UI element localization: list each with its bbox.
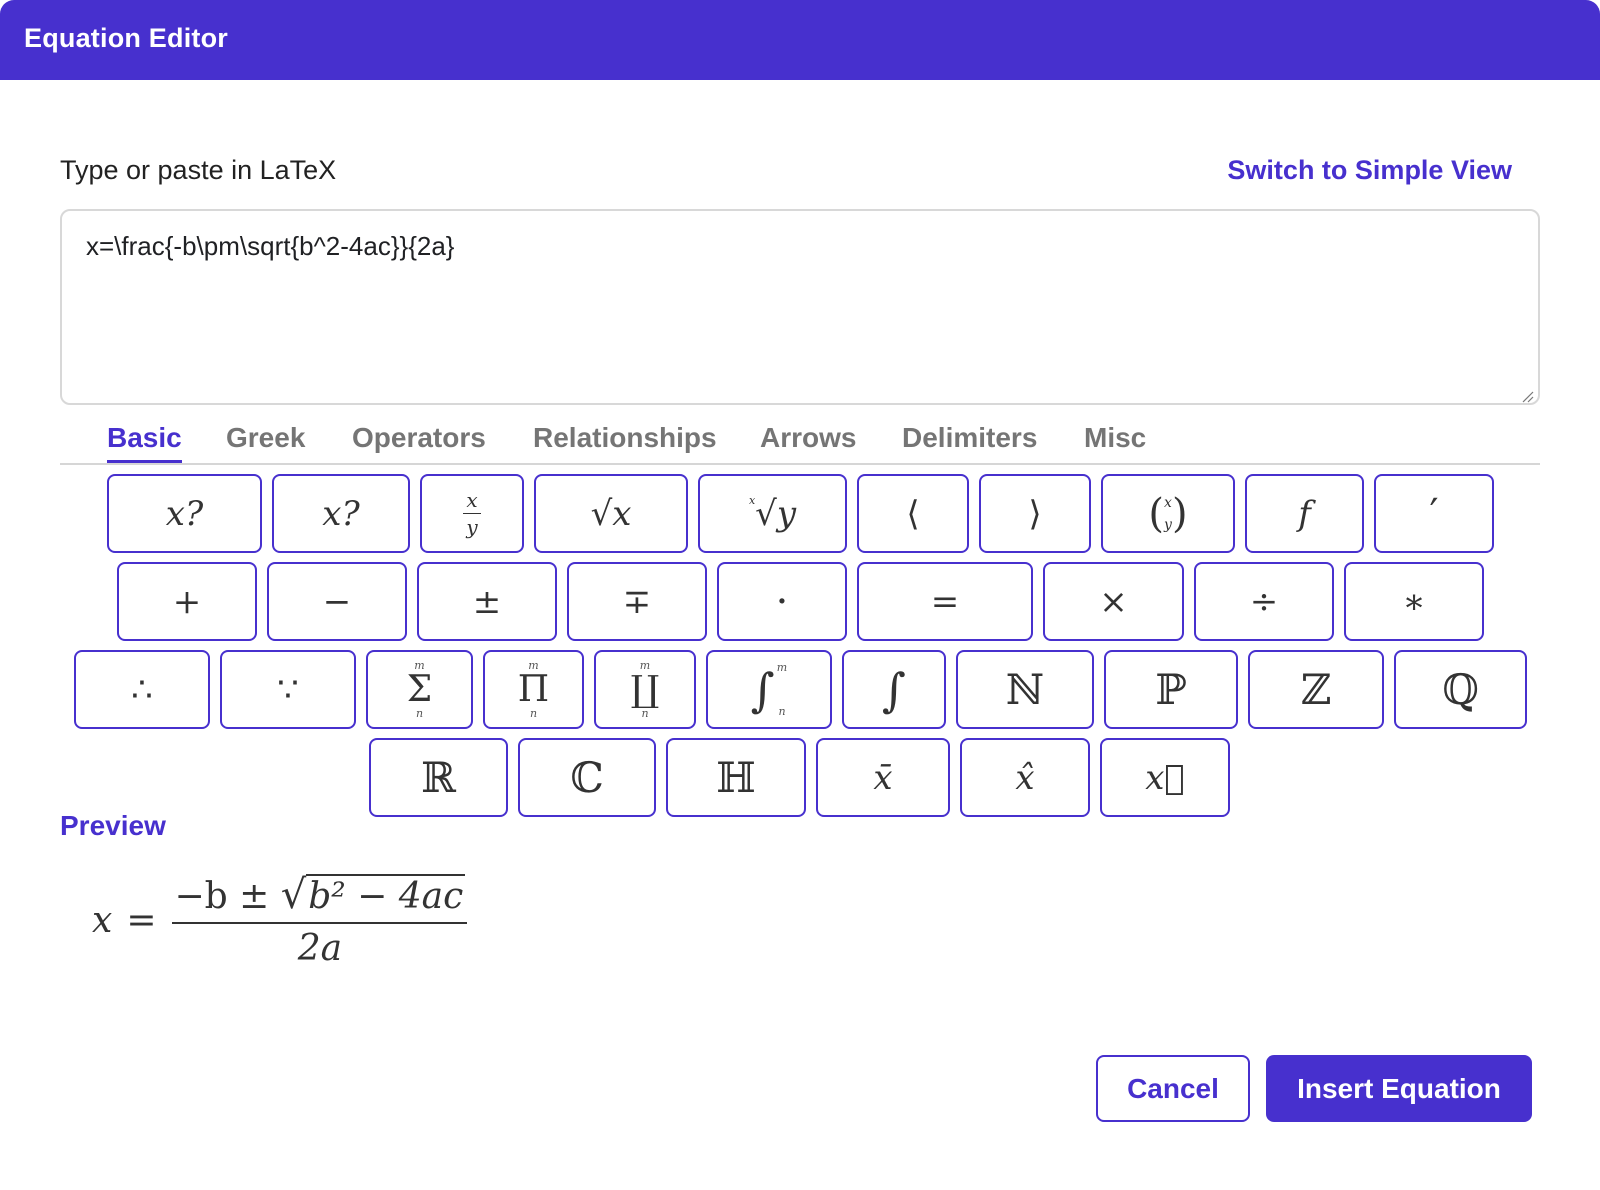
equation-preview: x = −b ± √b² − 4ac 2a xyxy=(92,872,467,969)
integral-button[interactable]: ∫ xyxy=(842,650,946,729)
equals-button[interactable]: = xyxy=(857,562,1033,641)
symbol-category-tabs: Basic Greek Operators Relationships Arro… xyxy=(60,420,1540,465)
dot-button[interactable]: · xyxy=(717,562,847,641)
square-root-button[interactable]: √x xyxy=(534,474,688,553)
tab-greek[interactable]: Greek xyxy=(226,422,305,454)
superscript-button[interactable]: x? xyxy=(272,474,410,553)
times-button[interactable]: × xyxy=(1043,562,1184,641)
dialog-title: Equation Editor xyxy=(24,23,228,54)
prime-button[interactable]: ′ xyxy=(1374,474,1494,553)
reals-button[interactable]: ℝ xyxy=(369,738,508,817)
integral-with-limits-button[interactable]: ∫ mn xyxy=(706,650,832,729)
asterisk-button[interactable]: ∗ xyxy=(1344,562,1484,641)
overline-button[interactable]: x̄ xyxy=(816,738,950,817)
latex-input[interactable]: x=\frac{-b\pm\sqrt{b^2-4ac}}{2a} xyxy=(60,209,1540,405)
cancel-button[interactable]: Cancel xyxy=(1096,1055,1250,1122)
because-button[interactable]: ∵ xyxy=(220,650,356,729)
hat-button[interactable]: x̂ xyxy=(960,738,1090,817)
vector-button[interactable]: x⃗ xyxy=(1100,738,1230,817)
function-button[interactable]: f xyxy=(1245,474,1364,553)
binomial-button[interactable]: ( xy ) xyxy=(1101,474,1235,553)
fraction-button[interactable]: xy xyxy=(420,474,524,553)
integers-button[interactable]: ℤ xyxy=(1248,650,1384,729)
naturals-button[interactable]: ℕ xyxy=(956,650,1094,729)
minus-plus-button[interactable]: ∓ xyxy=(567,562,707,641)
quaternions-button[interactable]: ℍ xyxy=(666,738,806,817)
rationals-button[interactable]: ℚ xyxy=(1394,650,1527,729)
switch-to-simple-view-link[interactable]: Switch to Simple View xyxy=(1227,155,1512,186)
product-button[interactable]: mΠn xyxy=(483,650,584,729)
tab-delimiters[interactable]: Delimiters xyxy=(902,422,1037,454)
tab-operators[interactable]: Operators xyxy=(352,422,486,454)
tab-misc[interactable]: Misc xyxy=(1084,422,1146,454)
sum-button[interactable]: mΣn xyxy=(366,650,473,729)
minus-button[interactable]: − xyxy=(267,562,407,641)
subscript-button[interactable]: x? xyxy=(107,474,262,553)
resize-grip-icon[interactable] xyxy=(1522,391,1534,403)
primes-button[interactable]: ℙ xyxy=(1104,650,1238,729)
title-bar: Equation Editor xyxy=(0,0,1600,80)
plus-button[interactable]: + xyxy=(117,562,257,641)
complex-button[interactable]: ℂ xyxy=(518,738,656,817)
latex-input-label: Type or paste in LaTeX xyxy=(60,155,336,186)
insert-equation-button[interactable]: Insert Equation xyxy=(1266,1055,1532,1122)
nth-root-button[interactable]: x√y xyxy=(698,474,847,553)
right-angle-button[interactable]: ⟩ xyxy=(979,474,1091,553)
tab-relationships[interactable]: Relationships xyxy=(533,422,717,454)
divide-button[interactable]: ÷ xyxy=(1194,562,1334,641)
coproduct-button[interactable]: m∐n xyxy=(594,650,696,729)
preview-label: Preview xyxy=(60,810,166,842)
left-angle-button[interactable]: ⟨ xyxy=(857,474,969,553)
therefore-button[interactable]: ∴ xyxy=(74,650,210,729)
plus-minus-button[interactable]: ± xyxy=(417,562,557,641)
tab-arrows[interactable]: Arrows xyxy=(760,422,856,454)
tab-basic[interactable]: Basic xyxy=(107,422,182,454)
